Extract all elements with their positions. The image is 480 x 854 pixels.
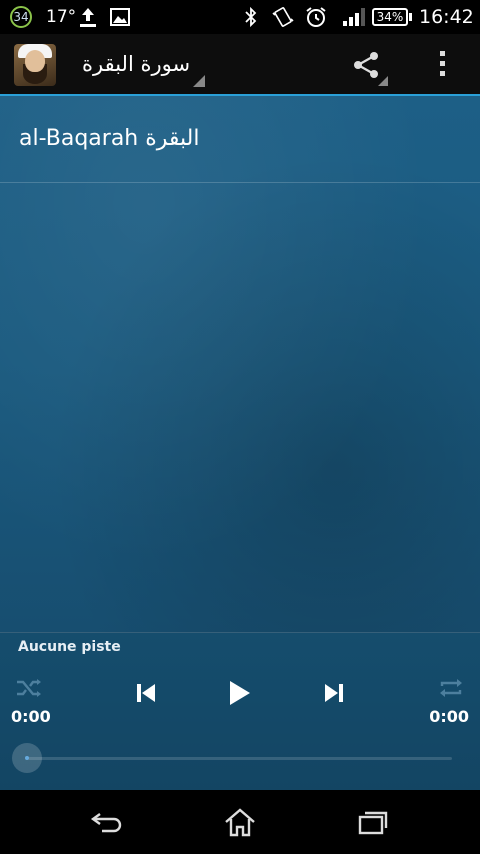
seek-bar[interactable] [28, 757, 452, 760]
back-icon[interactable] [82, 800, 132, 844]
upload-icon [78, 0, 98, 34]
bluetooth-icon [244, 0, 258, 34]
repeat-icon[interactable] [436, 675, 466, 701]
list-item-label: al-Baqarah البقرة [19, 126, 200, 151]
page-title[interactable]: سورة البقرة [82, 52, 190, 76]
home-icon[interactable] [215, 800, 265, 844]
shuffle-icon[interactable] [14, 675, 44, 701]
action-bar [0, 34, 480, 94]
status-bar: 34 17° 34% 16:42 [0, 0, 480, 34]
dropdown-indicator-icon [193, 75, 205, 87]
temperature: 17° [46, 7, 77, 27]
vibrate-icon [270, 0, 296, 34]
clock: 16:42 [419, 6, 474, 28]
recent-apps-icon[interactable] [348, 800, 398, 844]
track-name: Aucune piste [18, 639, 121, 655]
play-button[interactable] [222, 677, 256, 709]
battery-icon: 34% [372, 0, 412, 34]
signal-icon [342, 0, 366, 34]
next-button[interactable] [318, 679, 350, 707]
elapsed-time: 0:00 [11, 707, 51, 726]
surah-list: al-Baqarah البقرة [0, 96, 480, 632]
list-item[interactable]: al-Baqarah البقرة [0, 96, 480, 183]
notification-count: 34 [10, 6, 32, 28]
previous-button[interactable] [130, 679, 162, 707]
battery-level: 34% [372, 8, 408, 26]
image-icon [110, 0, 130, 34]
seek-thumb[interactable] [12, 743, 42, 773]
share-dropdown-indicator-icon [378, 76, 388, 86]
overflow-menu-icon[interactable] [436, 48, 448, 82]
duration-time: 0:00 [429, 707, 469, 726]
audio-player: Aucune piste 0:00 0:00 [0, 632, 480, 791]
alarm-icon [304, 0, 328, 34]
reciter-avatar[interactable] [14, 44, 56, 86]
notification-badge: 34 [10, 0, 32, 34]
navigation-bar [0, 790, 480, 854]
